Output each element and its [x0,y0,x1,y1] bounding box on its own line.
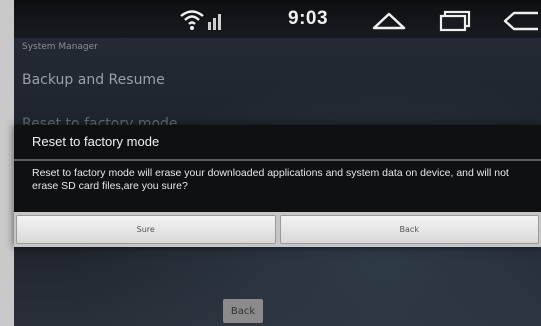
menu-item-backup[interactable]: Backup and Resume [22,72,165,88]
clock-time: 9:03 [288,8,329,29]
dialog-back-button[interactable]: Back [279,215,539,244]
dialog-message: Reset to factory mode will erase your do… [32,167,509,192]
back-icon[interactable] [502,10,541,32]
sure-button[interactable]: Sure [16,215,276,244]
back-button[interactable]: Back [223,299,263,323]
recent-apps-icon[interactable] [437,10,473,32]
home-icon[interactable] [369,10,409,32]
wifi-signal-icon [179,8,225,32]
dialog-button-row: Sure Back [14,212,541,247]
app-title: System Manager [22,42,98,52]
dialog-title: Reset to factory mode [32,134,160,149]
status-bar: 9:03 [14,0,541,38]
dialog-divider [14,159,541,161]
reset-dialog: Reset to factory mode Reset to factory m… [14,125,541,247]
